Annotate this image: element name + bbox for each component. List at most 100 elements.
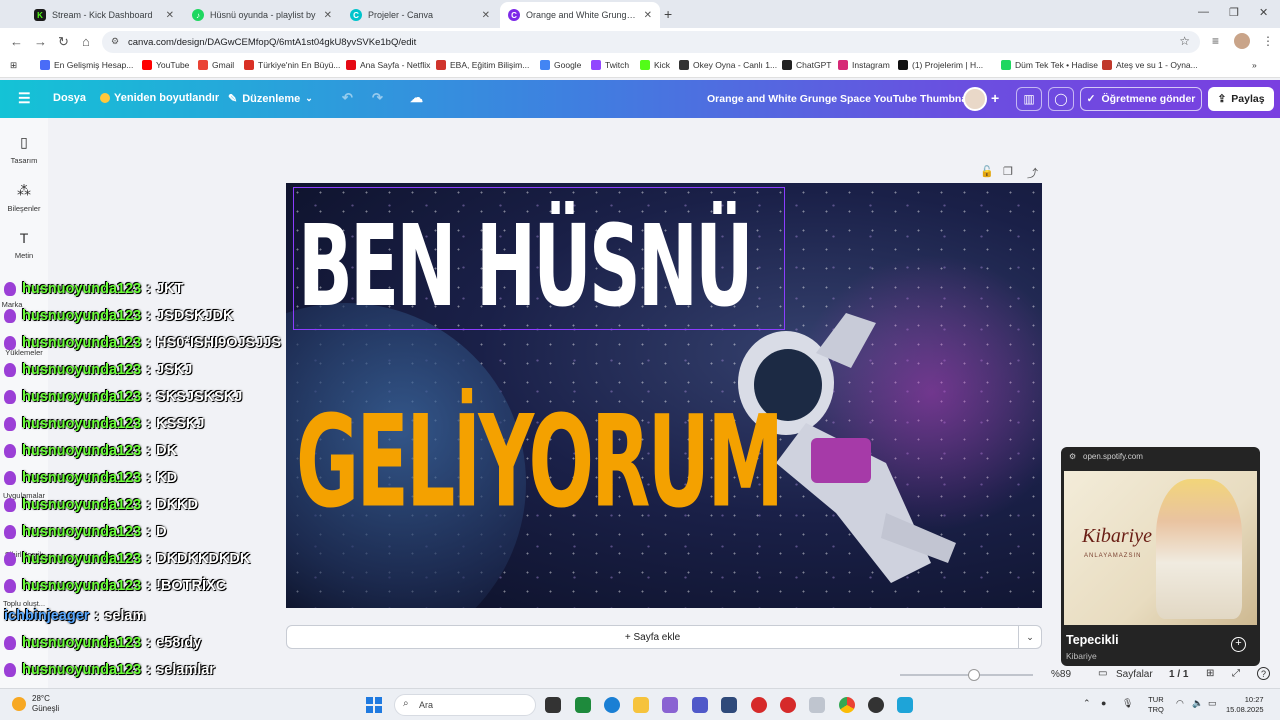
- add-collaborator-icon[interactable]: +: [991, 90, 999, 106]
- media-control-icon[interactable]: ≡: [1212, 34, 1219, 48]
- sidebar-item-design[interactable]: ▯ Tasarım: [0, 134, 48, 165]
- tab-kick-dashboard[interactable]: K Stream - Kick Dashboard ✕: [26, 2, 182, 28]
- site-info-icon[interactable]: ⚙: [111, 36, 119, 47]
- fullscreen-icon[interactable]: ⤢: [1232, 668, 1240, 679]
- obs-icon[interactable]: [868, 697, 884, 713]
- restore-icon[interactable]: ❐: [1229, 6, 1239, 19]
- bookmark-star-icon[interactable]: ☆: [1179, 34, 1190, 48]
- profile-avatar[interactable]: [1234, 33, 1250, 49]
- microphone-icon[interactable]: 🎙: [1122, 698, 1133, 709]
- task-view-icon[interactable]: [545, 697, 561, 713]
- volume-icon[interactable]: 🔈: [1192, 698, 1203, 709]
- bookmark-item[interactable]: Okey Oyna - Canlı 1...: [679, 60, 777, 70]
- close-window-icon[interactable]: ✕: [1259, 6, 1268, 19]
- back-icon[interactable]: ←: [10, 34, 23, 49]
- add-page-button[interactable]: + Sayfa ekle: [286, 625, 1019, 649]
- spotify-mini-player[interactable]: ⚙ open.spotify.com Kibariye ANLAYAMAZSIN…: [1061, 447, 1260, 666]
- close-icon[interactable]: ✕: [324, 10, 332, 21]
- bookmark-item[interactable]: Instagram: [838, 60, 890, 70]
- tray-app-icon[interactable]: ●: [1101, 698, 1106, 708]
- bookmark-item[interactable]: Düm Tek Tek • Hadise: [1001, 60, 1098, 70]
- close-icon[interactable]: ✕: [166, 10, 174, 21]
- app-icon[interactable]: [809, 697, 825, 713]
- app-icon[interactable]: [780, 697, 796, 713]
- add-to-library-button[interactable]: +: [1231, 637, 1246, 652]
- chevron-down-icon[interactable]: ⌄: [1018, 625, 1042, 649]
- copilot-icon[interactable]: [662, 697, 678, 713]
- clock[interactable]: 10:27 15.08.2025: [1226, 695, 1264, 715]
- zoom-level[interactable]: %89: [1051, 669, 1071, 680]
- redo-icon[interactable]: ↷: [372, 90, 383, 106]
- minimize-icon[interactable]: —: [1198, 6, 1209, 18]
- show-hidden-icons-icon[interactable]: ⌃: [1083, 698, 1091, 709]
- help-icon[interactable]: ?: [1257, 667, 1270, 680]
- file-explorer-icon[interactable]: [633, 697, 649, 713]
- tab-canva-design[interactable]: C Orange and White Grunge Spa ✕: [500, 2, 660, 28]
- bookmark-item[interactable]: En Gelişmiş Hesap...: [40, 60, 133, 70]
- zoom-slider[interactable]: [900, 674, 1033, 676]
- forward-icon[interactable]: →: [34, 34, 47, 49]
- xbox-icon[interactable]: [575, 697, 591, 713]
- start-button[interactable]: [366, 697, 382, 713]
- menu-icon[interactable]: ⋮: [1262, 34, 1274, 48]
- design-title[interactable]: Orange and White Grunge Space YouTube Th…: [707, 93, 973, 105]
- weather-widget[interactable]: 28°C Güneşli: [12, 694, 59, 714]
- more-bookmarks-icon[interactable]: »: [1252, 60, 1257, 70]
- bookmark-item[interactable]: Gmail: [198, 60, 234, 70]
- bookmark-item[interactable]: Ateş ve su 1 - Oyna...: [1102, 60, 1198, 70]
- wifi-icon[interactable]: ◠: [1176, 698, 1184, 709]
- bookmark-item[interactable]: Ana Sayfa - Netflix: [346, 60, 430, 70]
- headline-line-2[interactable]: GELİYORUM: [296, 388, 784, 535]
- bookmark-item[interactable]: Google: [540, 60, 581, 70]
- send-to-teacher-button[interactable]: ✓ Öğretmene gönder: [1080, 87, 1202, 111]
- song-title[interactable]: Tepecikli: [1066, 633, 1119, 647]
- comment-icon[interactable]: ◯: [1048, 87, 1074, 111]
- chrome-icon[interactable]: [839, 697, 855, 713]
- hamburger-menu-icon[interactable]: ☰: [18, 90, 31, 107]
- cloud-save-icon[interactable]: ☁: [410, 90, 423, 106]
- home-icon[interactable]: ⌂: [82, 34, 90, 49]
- close-icon[interactable]: ✕: [644, 10, 652, 21]
- add-page-icon[interactable]: ⤴: [1027, 165, 1038, 181]
- teams-icon[interactable]: [692, 697, 708, 713]
- undo-icon[interactable]: ↶: [342, 90, 353, 106]
- app-icon[interactable]: [897, 697, 913, 713]
- file-menu-button[interactable]: Dosya: [53, 92, 86, 104]
- new-tab-button[interactable]: +: [664, 6, 672, 22]
- tab-canva-projects[interactable]: C Projeler - Canva ✕: [342, 2, 498, 28]
- lock-icon[interactable]: 🔓: [980, 165, 994, 178]
- analytics-icon[interactable]: ▥: [1016, 87, 1042, 111]
- resize-button[interactable]: Yeniden boyutlandır: [100, 92, 219, 104]
- input-language[interactable]: TUR TRQ: [1148, 695, 1164, 715]
- tab-spotify-playlist[interactable]: ♪ Hüsnü oyunda - playlist by ✕: [184, 2, 340, 28]
- zoom-slider-handle[interactable]: [968, 669, 980, 681]
- design-canvas[interactable]: BEN HÜSNÜ GELİYORUM: [286, 183, 1042, 608]
- sidebar-item-elements[interactable]: ⁂ Bileşenler: [0, 182, 48, 213]
- edge-icon[interactable]: [604, 697, 620, 713]
- reload-icon[interactable]: ↻: [58, 34, 69, 50]
- bookmark-item[interactable]: (1) Projelerim | H...: [898, 60, 983, 70]
- pages-button[interactable]: Sayfalar: [1116, 669, 1153, 680]
- share-button[interactable]: ⇪ Paylaş: [1208, 87, 1274, 111]
- apps-icon[interactable]: ⊞: [10, 60, 17, 71]
- taskbar-search[interactable]: ⌕ Ara: [394, 694, 536, 716]
- site-settings-icon[interactable]: ⚙: [1069, 452, 1076, 461]
- sidebar-item-text[interactable]: T Metin: [0, 230, 48, 260]
- bookmark-item[interactable]: ChatGPT: [782, 60, 831, 70]
- grid-view-icon[interactable]: ⊞: [1206, 668, 1214, 679]
- url-input[interactable]: ⚙ canva.com/design/DAGwCEMfopQ/6mtA1st04…: [102, 31, 1200, 53]
- bookmark-item[interactable]: Kick: [640, 60, 670, 70]
- close-icon[interactable]: ✕: [482, 10, 490, 21]
- collaborator-avatar[interactable]: [963, 87, 987, 111]
- duplicate-page-icon[interactable]: ❐: [1003, 165, 1013, 178]
- bookmark-item[interactable]: EBA, Eğitim Bilişim...: [436, 60, 529, 70]
- bookmark-item[interactable]: YouTube: [142, 60, 189, 70]
- bookmark-item[interactable]: Twitch: [591, 60, 629, 70]
- spotify-icon: ♪: [192, 9, 204, 21]
- bookmark-item[interactable]: Türkiye'nin En Büyü...: [244, 60, 340, 70]
- store-icon[interactable]: [721, 697, 737, 713]
- edit-mode-button[interactable]: ✎ Düzenleme ⌄: [228, 92, 313, 106]
- app-icon[interactable]: [751, 697, 767, 713]
- battery-icon[interactable]: ▭: [1208, 698, 1217, 709]
- artist-name[interactable]: Kibariye: [1066, 651, 1097, 661]
